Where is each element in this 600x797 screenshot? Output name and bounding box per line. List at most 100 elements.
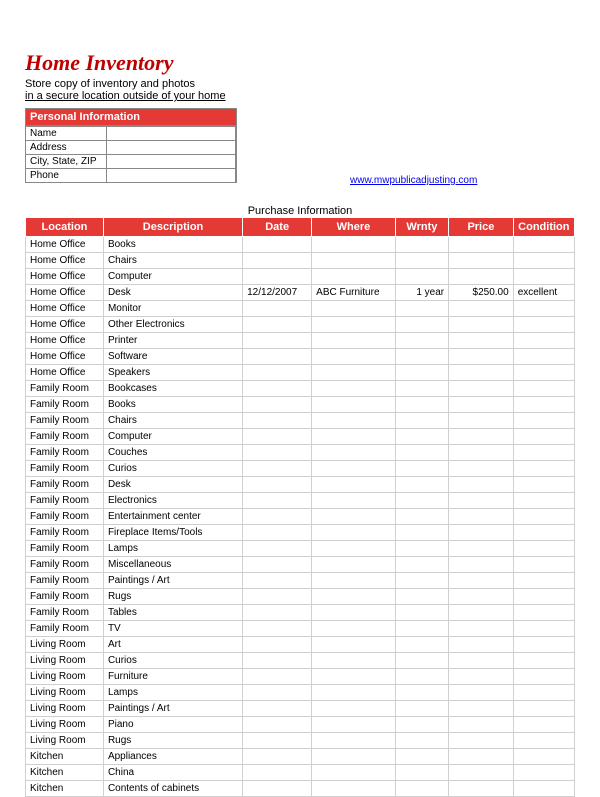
table-row[interactable]: Family RoomLamps — [26, 541, 575, 557]
cell-date[interactable] — [243, 349, 312, 365]
cell-wrnty[interactable] — [395, 477, 448, 493]
cell-loc[interactable]: Living Room — [26, 685, 104, 701]
cell-cond[interactable] — [513, 413, 574, 429]
cell-date[interactable] — [243, 237, 312, 253]
cell-wrnty[interactable] — [395, 749, 448, 765]
cell-wrnty[interactable] — [395, 621, 448, 637]
cell-cond[interactable] — [513, 397, 574, 413]
cell-desc[interactable]: Tables — [103, 605, 242, 621]
cell-where[interactable] — [312, 669, 396, 685]
pi-field-name[interactable] — [107, 127, 236, 140]
table-row[interactable]: Living RoomFurniture — [26, 669, 575, 685]
table-row[interactable]: Family RoomBookcases — [26, 381, 575, 397]
cell-price[interactable] — [449, 637, 514, 653]
cell-where[interactable] — [312, 477, 396, 493]
cell-loc[interactable]: Home Office — [26, 301, 104, 317]
cell-loc[interactable]: Kitchen — [26, 781, 104, 797]
cell-wrnty[interactable] — [395, 301, 448, 317]
cell-desc[interactable]: China — [103, 765, 242, 781]
cell-wrnty[interactable] — [395, 253, 448, 269]
table-row[interactable]: Family RoomCurios — [26, 461, 575, 477]
table-row[interactable]: Family RoomRugs — [26, 589, 575, 605]
table-row[interactable]: Home OfficeOther Electronics — [26, 317, 575, 333]
cell-loc[interactable]: Family Room — [26, 541, 104, 557]
pi-field-address[interactable] — [107, 141, 236, 154]
cell-price[interactable] — [449, 589, 514, 605]
cell-cond[interactable] — [513, 253, 574, 269]
cell-price[interactable] — [449, 429, 514, 445]
cell-wrnty[interactable] — [395, 269, 448, 285]
cell-date[interactable] — [243, 509, 312, 525]
table-row[interactable]: Home OfficeSpeakers — [26, 365, 575, 381]
cell-wrnty[interactable] — [395, 509, 448, 525]
cell-price[interactable] — [449, 717, 514, 733]
cell-cond[interactable] — [513, 733, 574, 749]
cell-wrnty[interactable] — [395, 237, 448, 253]
cell-where[interactable] — [312, 381, 396, 397]
cell-where[interactable] — [312, 653, 396, 669]
cell-where[interactable]: ABC Furniture — [312, 285, 396, 301]
cell-desc[interactable]: Fireplace Items/Tools — [103, 525, 242, 541]
cell-date[interactable] — [243, 717, 312, 733]
cell-date[interactable] — [243, 301, 312, 317]
cell-wrnty[interactable] — [395, 493, 448, 509]
cell-desc[interactable]: Furniture — [103, 669, 242, 685]
cell-desc[interactable]: Contents of cabinets — [103, 781, 242, 797]
table-row[interactable]: Living RoomPaintings / Art — [26, 701, 575, 717]
cell-date[interactable] — [243, 765, 312, 781]
cell-price[interactable] — [449, 237, 514, 253]
cell-wrnty[interactable] — [395, 381, 448, 397]
cell-wrnty[interactable] — [395, 653, 448, 669]
cell-desc[interactable]: Curios — [103, 653, 242, 669]
cell-where[interactable] — [312, 685, 396, 701]
cell-where[interactable] — [312, 317, 396, 333]
cell-date[interactable] — [243, 269, 312, 285]
pi-field-csz[interactable] — [107, 155, 236, 168]
cell-price[interactable] — [449, 461, 514, 477]
cell-cond[interactable] — [513, 685, 574, 701]
cell-where[interactable] — [312, 765, 396, 781]
cell-loc[interactable]: Kitchen — [26, 765, 104, 781]
table-row[interactable]: Living RoomPiano — [26, 717, 575, 733]
cell-where[interactable] — [312, 781, 396, 797]
cell-desc[interactable]: Printer — [103, 333, 242, 349]
cell-loc[interactable]: Home Office — [26, 285, 104, 301]
table-row[interactable]: Living RoomCurios — [26, 653, 575, 669]
table-row[interactable]: Home OfficePrinter — [26, 333, 575, 349]
cell-loc[interactable]: Family Room — [26, 589, 104, 605]
cell-wrnty[interactable] — [395, 589, 448, 605]
cell-price[interactable] — [449, 477, 514, 493]
cell-loc[interactable]: Home Office — [26, 253, 104, 269]
cell-wrnty[interactable] — [395, 413, 448, 429]
cell-desc[interactable]: Rugs — [103, 733, 242, 749]
cell-loc[interactable]: Family Room — [26, 461, 104, 477]
cell-wrnty[interactable] — [395, 461, 448, 477]
table-row[interactable]: Family RoomMiscellaneous — [26, 557, 575, 573]
table-row[interactable]: Family RoomDesk — [26, 477, 575, 493]
cell-desc[interactable]: Piano — [103, 717, 242, 733]
cell-date[interactable] — [243, 317, 312, 333]
cell-cond[interactable] — [513, 573, 574, 589]
cell-wrnty[interactable] — [395, 317, 448, 333]
cell-date[interactable] — [243, 669, 312, 685]
cell-cond[interactable] — [513, 525, 574, 541]
cell-loc[interactable]: Home Office — [26, 349, 104, 365]
cell-cond[interactable] — [513, 717, 574, 733]
table-row[interactable]: Home OfficeChairs — [26, 253, 575, 269]
cell-desc[interactable]: Electronics — [103, 493, 242, 509]
external-link[interactable]: www.mwpublicadjusting.com — [350, 175, 477, 186]
cell-desc[interactable]: Desk — [103, 477, 242, 493]
cell-loc[interactable]: Living Room — [26, 669, 104, 685]
cell-date[interactable] — [243, 701, 312, 717]
cell-loc[interactable]: Family Room — [26, 493, 104, 509]
cell-wrnty[interactable] — [395, 397, 448, 413]
cell-loc[interactable]: Family Room — [26, 605, 104, 621]
cell-date[interactable] — [243, 621, 312, 637]
cell-cond[interactable] — [513, 701, 574, 717]
cell-cond[interactable] — [513, 429, 574, 445]
cell-wrnty[interactable] — [395, 349, 448, 365]
table-row[interactable]: Family RoomFireplace Items/Tools — [26, 525, 575, 541]
cell-desc[interactable]: Monitor — [103, 301, 242, 317]
cell-date[interactable]: 12/12/2007 — [243, 285, 312, 301]
cell-date[interactable] — [243, 749, 312, 765]
